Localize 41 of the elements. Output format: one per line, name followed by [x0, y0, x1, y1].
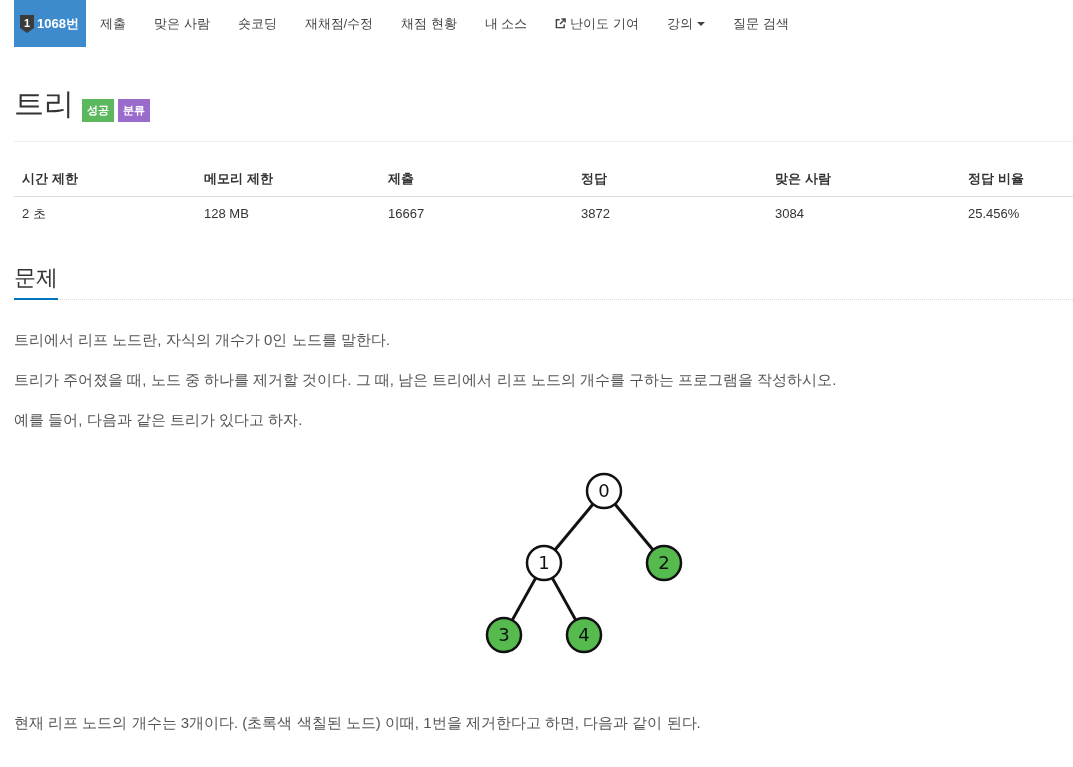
tree-node: 1	[525, 544, 562, 582]
tier-badge: 1	[20, 14, 34, 33]
tree-node: 0	[585, 472, 622, 510]
nav-tab[interactable]: 제출	[85, 0, 140, 47]
paragraph: 현재 리프 노드의 개수는 3개이다. (초록색 색칠된 노드) 이때, 1번을 제거한다고 하면, 다음과 같이 된다.	[14, 713, 702, 733]
caret-icon	[697, 21, 706, 26]
nav-tab[interactable]: 난이도 기여	[541, 0, 654, 47]
tree-edge	[510, 577, 537, 621]
label-tag[interactable]: 분류	[118, 99, 150, 122]
tree-edge	[553, 503, 594, 551]
tree-node: 2	[645, 544, 682, 582]
tree-node: 3	[485, 616, 522, 654]
section-heading: 문제	[14, 263, 58, 300]
table-cell-text: 16667	[387, 205, 426, 223]
column-header: 정답 비율	[967, 170, 1025, 188]
external-link-icon	[555, 18, 567, 29]
table-cell-text: 3084	[774, 205, 805, 223]
nav-tab[interactable]: 1 1068번	[14, 0, 86, 47]
table-cell-text: 128 MB	[203, 205, 250, 223]
column-header: 제출	[387, 170, 415, 188]
nav-tab[interactable]: 내 소스	[470, 0, 542, 47]
column-header: 정답	[580, 170, 608, 188]
column-header: 맞은 사람	[774, 170, 832, 188]
nav-tab[interactable]: 질문 검색	[719, 0, 803, 47]
nav-tab[interactable]: 재채점/수정	[290, 0, 388, 47]
nav-tab[interactable]: 숏코딩	[223, 0, 291, 47]
nav-tab[interactable]: 채점 현황	[387, 0, 471, 47]
nav-tab[interactable]: 강의	[653, 0, 720, 47]
table-cell-text: 2 초	[21, 205, 47, 223]
column-header: 메모리 제한	[203, 170, 274, 188]
paragraph: 트리가 주어졌을 때, 노드 중 하나를 제거할 것이다. 그 때, 남은 트리에서 리프 노드의 개수를 구하는 프로그램을 작성하시오.	[14, 370, 838, 390]
tree-edge	[550, 577, 577, 621]
table-cell-text: 3872	[580, 205, 611, 223]
tree-node: 4	[565, 616, 602, 654]
table-cell-text: 25.456%	[967, 205, 1021, 223]
problem-title: 트리	[14, 86, 74, 122]
paragraph: 트리에서 리프 노드란, 자식의 개수가 0인 노드를 말한다.	[14, 330, 391, 350]
tree-edge	[613, 503, 654, 551]
column-header: 시간 제한	[21, 170, 79, 188]
nav-tab[interactable]: 맞은 사람	[139, 0, 224, 47]
paragraph: 예를 들어, 다음과 같은 트리가 있다고 하자.	[14, 410, 304, 430]
